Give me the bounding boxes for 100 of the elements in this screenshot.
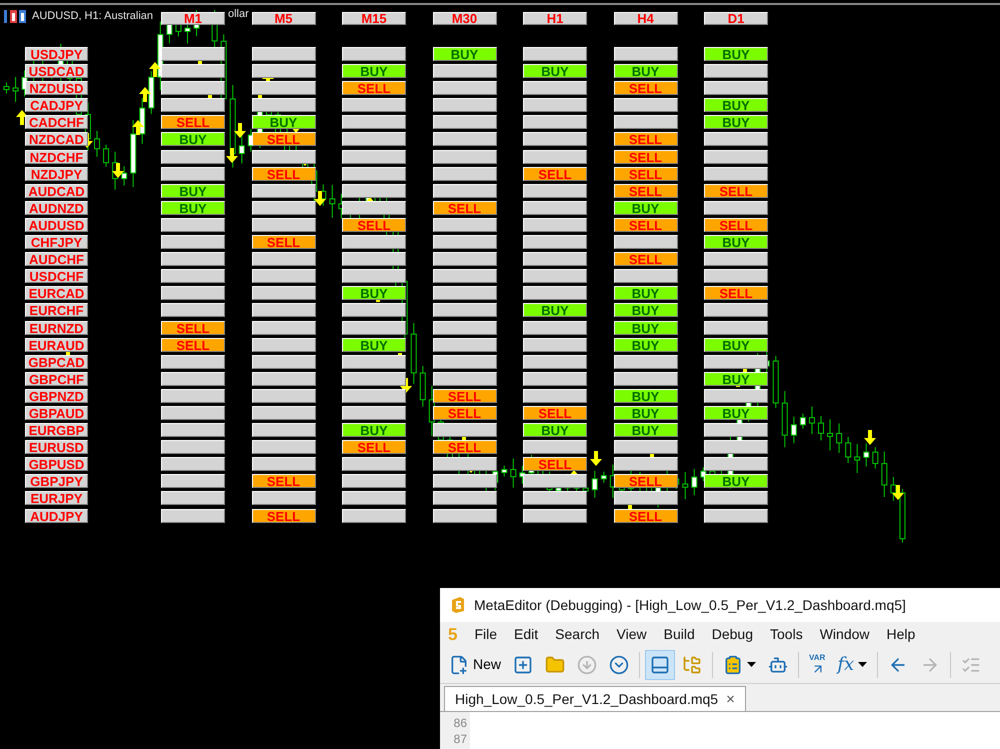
sell-signal: SELL [614, 218, 678, 232]
timeframe-header: M15 [342, 12, 406, 25]
buy-signal: BUY [614, 200, 678, 215]
currency-pair-label: EURGBP [25, 423, 88, 438]
buy-signal: BUY [704, 47, 768, 61]
sell-signal: SELL [614, 508, 678, 523]
timeframe-header: H1 [523, 12, 587, 25]
folder-icon [545, 654, 566, 674]
new-file-icon [449, 654, 469, 674]
buy-signal: BUY [342, 286, 406, 300]
sell-signal: SELL [252, 508, 316, 523]
buy-signal: BUY [523, 303, 587, 318]
buy-signal: BUY [704, 98, 768, 112]
menu-item[interactable]: Debug [712, 627, 754, 641]
currency-pair-label: GBPCAD [25, 354, 88, 369]
folder-tree-icon [682, 654, 702, 674]
new-button[interactable]: New [444, 650, 506, 680]
buy-signal: BUY [614, 423, 678, 438]
buy-signal: BUY [614, 64, 678, 78]
function-button[interactable]: fx [832, 650, 872, 680]
sell-signal: SELL [523, 457, 587, 472]
buy-signal: BUY [704, 406, 768, 420]
buy-signal: BUY [614, 303, 678, 318]
variable-button[interactable]: VAR [804, 650, 830, 680]
currency-pair-label: USDCAD [25, 64, 88, 78]
buy-signal: BUY [704, 235, 768, 250]
menu-item[interactable]: Edit [514, 627, 538, 641]
sell-signal: SELL [161, 338, 225, 352]
sell-signal: SELL [342, 440, 406, 454]
menu-item[interactable]: Search [555, 627, 600, 641]
line-number: 87 [454, 731, 467, 747]
menu-item[interactable]: File [474, 627, 498, 641]
buy-signal: BUY [704, 338, 768, 352]
app-logo: 5 [448, 626, 458, 642]
buy-signal: BUY [432, 47, 496, 61]
sell-signal: SELL [161, 115, 225, 130]
caret-icon[interactable] [747, 662, 756, 668]
toolbar-button[interactable] [645, 650, 676, 680]
download-icon [609, 654, 630, 674]
close-icon[interactable]: × [726, 692, 735, 706]
app-icon [450, 596, 466, 614]
new-window-icon [513, 654, 534, 674]
sell-signal: SELL [614, 184, 678, 198]
clipboard-icon [723, 654, 744, 674]
currency-pair-label: AUDNZD [25, 200, 88, 215]
timeframe-header: H4 [614, 12, 678, 25]
sell-signal: SELL [704, 286, 768, 300]
currency-pair-label: CHFJPY [25, 235, 88, 250]
buy-signal: BUY [342, 423, 406, 438]
currency-pair-label: GBPNZD [25, 388, 88, 403]
buy-signal: BUY [614, 338, 678, 352]
sell-signal: SELL [252, 132, 316, 146]
currency-pair-label: EURJPY [25, 491, 88, 506]
menu-item[interactable]: Build [664, 627, 695, 641]
sell-signal: SELL [614, 166, 678, 181]
currency-pair-label: GBPCHF [25, 372, 88, 386]
sell-signal: SELL [704, 218, 768, 232]
currency-pair-label: CADJPY [25, 98, 88, 112]
currency-pair-label: EURAUD [25, 338, 88, 352]
file-tab[interactable]: High_Low_0.5_Per_V1.2_Dashboard.mq5 × [444, 686, 746, 711]
sell-signal: SELL [252, 166, 316, 181]
caret-icon[interactable] [858, 662, 868, 668]
sell-signal: SELL [342, 218, 406, 232]
currency-pair-label: EURCHF [25, 303, 88, 318]
currency-pair-label: USDJPY [25, 47, 88, 61]
sell-signal: SELL [432, 406, 496, 420]
sell-signal: SELL [252, 474, 316, 488]
sell-signal: SELL [161, 320, 225, 334]
currency-pair-label: NZDCHF [25, 150, 88, 164]
buy-signal: BUY [161, 184, 225, 198]
currency-pair-label: AUDCAD [25, 184, 88, 198]
timeframe-header: D1 [704, 12, 768, 25]
currency-pair-label: EURUSD [25, 440, 88, 454]
sell-signal: SELL [614, 474, 678, 488]
currency-pair-label: GBPUSD [25, 457, 88, 472]
buy-signal: BUY [252, 115, 316, 130]
currency-pair-label: NZDCAD [25, 132, 88, 146]
buy-signal: BUY [704, 115, 768, 130]
buy-signal: BUY [342, 338, 406, 352]
sell-signal: SELL [523, 166, 587, 181]
sell-signal: SELL [342, 81, 406, 96]
buy-signal: BUY [161, 132, 225, 146]
buy-signal: BUY [614, 286, 678, 300]
sell-signal: SELL [252, 235, 316, 250]
buy-signal: BUY [614, 388, 678, 403]
timeframe-header: M1 [161, 12, 225, 25]
panel-icon [650, 654, 670, 674]
menu-item[interactable]: Tools [770, 627, 803, 641]
timeframe-header: M5 [252, 12, 316, 25]
currency-pair-label: GBPJPY [25, 474, 88, 488]
chart-window-icon [4, 10, 26, 23]
buy-signal: BUY [523, 64, 587, 78]
currency-pair-label: EURCAD [25, 286, 88, 300]
menu-item[interactable]: View [616, 627, 647, 641]
currency-pair-label: AUDJPY [25, 508, 88, 523]
download-icon [577, 654, 598, 674]
menu-item[interactable]: Window [820, 627, 870, 641]
currency-pair-label: NZDJPY [25, 166, 88, 181]
chart-title: AUDUSD, H1: Australian [32, 9, 154, 24]
menu-item[interactable]: Help [886, 627, 916, 641]
